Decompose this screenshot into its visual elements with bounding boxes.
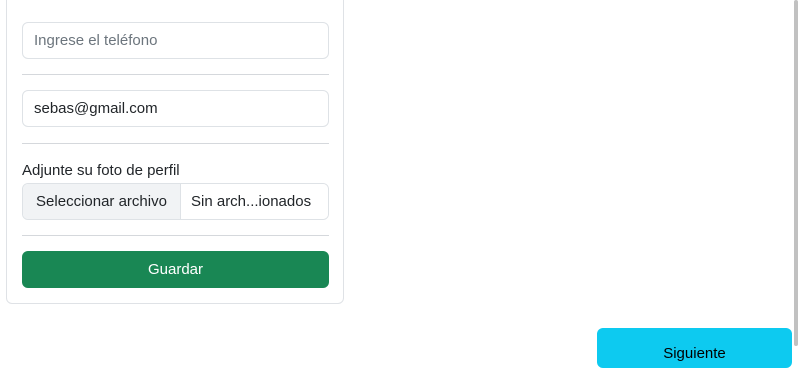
scrollbar-thumb[interactable] <box>794 0 798 346</box>
page-scrollbar[interactable] <box>793 0 799 356</box>
file-status-text: Sin arch...ionados <box>181 184 328 219</box>
profile-photo-label: Adjunte su foto de perfil <box>22 162 180 179</box>
phone-input[interactable] <box>22 22 329 59</box>
divider <box>22 143 329 144</box>
choose-file-button[interactable]: Seleccionar archivo <box>23 184 181 219</box>
profile-photo-file-input[interactable]: Seleccionar archivo Sin arch...ionados <box>22 183 329 220</box>
next-button[interactable]: Siguiente <box>597 328 792 368</box>
divider <box>22 74 329 75</box>
save-button[interactable]: Guardar <box>22 251 329 288</box>
email-input[interactable] <box>22 90 329 127</box>
divider <box>22 235 329 236</box>
